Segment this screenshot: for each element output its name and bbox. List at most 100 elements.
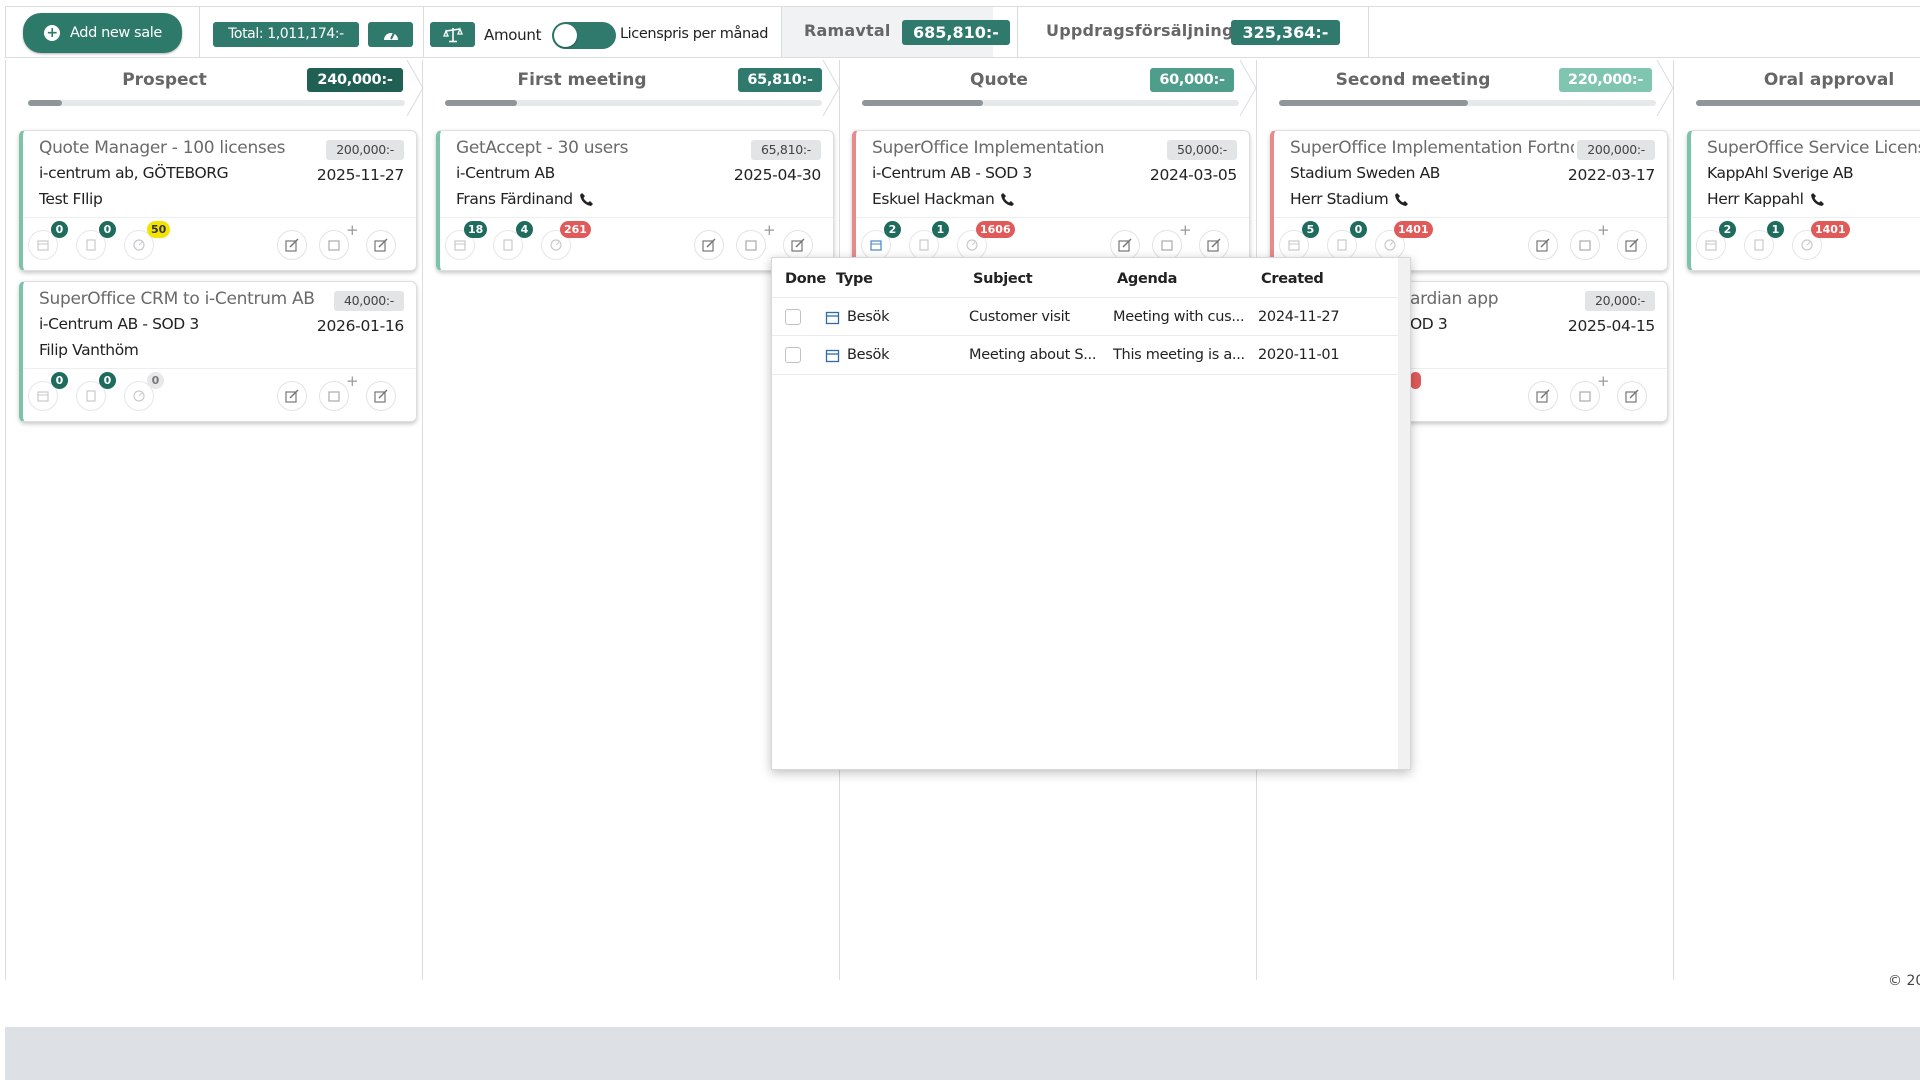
deal-card[interactable]: SuperOffice Implementation Fortnox 200,0… (1270, 130, 1668, 271)
add-activity-button[interactable] (319, 230, 349, 260)
edit-deal-button[interactable] (1617, 230, 1647, 260)
add-activity-button[interactable] (1570, 381, 1600, 411)
document-icon (919, 239, 929, 251)
dashboard-button[interactable] (368, 22, 413, 47)
edit-icon (1118, 238, 1132, 252)
deal-person-name: Filip Vanthöm (39, 341, 139, 359)
column-chevron-icon (822, 60, 840, 116)
edit-external-button[interactable] (1110, 230, 1140, 260)
clock-icon (133, 239, 145, 251)
table-row[interactable]: Besök Meeting about S... This meeting is… (772, 336, 1400, 375)
plus-icon: + (346, 372, 359, 390)
amount-label: Amount (484, 26, 542, 44)
column-header-done[interactable]: Done (785, 271, 826, 287)
edit-external-button[interactable] (1528, 230, 1558, 260)
deal-company: i-Centrum AB (456, 164, 555, 182)
edit-deal-button[interactable] (1199, 230, 1229, 260)
amount-license-toggle[interactable] (552, 22, 616, 49)
card-divider (1274, 217, 1667, 218)
activity-count-badge: 261 (560, 221, 591, 238)
add-activity-button[interactable] (319, 381, 349, 411)
column-header[interactable]: Second meeting 220,000:- (1257, 60, 1673, 120)
column-header-created[interactable]: Created (1261, 271, 1324, 287)
column-chevron-icon (1656, 60, 1674, 116)
deal-person-name: Test FIlip (39, 190, 103, 208)
plus-icon: + (346, 221, 359, 239)
column-header[interactable]: First meeting 65,810:- (423, 60, 839, 120)
edit-icon (1625, 238, 1639, 252)
column-header-type[interactable]: Type (836, 271, 873, 287)
appointments-popup: Done Type Subject Agenda Created Besök C… (771, 257, 1411, 770)
edit-icon (702, 238, 716, 252)
deal-company: i-Centrum AB - SOD 3 (872, 164, 1032, 182)
deal-card[interactable]: SuperOffice Service License KappAhl Sver… (1687, 130, 1920, 271)
deal-title: ardian app (1410, 289, 1499, 309)
add-new-sale-button[interactable]: + Add new sale (23, 13, 182, 53)
app-root: + Add new sale Total: 1,011,174:- Amount… (0, 0, 1920, 1080)
tab-ramavtal[interactable]: Ramavtal 685,810:- (782, 7, 1010, 57)
deal-title: SuperOffice Implementation Fortnox (1290, 138, 1574, 158)
calendar-icon (825, 349, 840, 363)
deal-card[interactable]: GetAccept - 30 users 65,810:- i-Centrum … (436, 130, 834, 271)
column-header[interactable]: Quote 60,000:- (840, 60, 1256, 120)
deal-date: 2025-04-15 (1567, 317, 1655, 335)
clock-icon (550, 239, 562, 251)
column-title: Second meeting (1335, 70, 1491, 90)
column-progress-bar (1696, 100, 1920, 106)
document-icon (503, 239, 513, 251)
calendar-add-icon (1579, 240, 1591, 251)
column-title: Prospect (122, 70, 207, 90)
add-activity-button[interactable] (1152, 230, 1182, 260)
phone-icon (1395, 192, 1409, 206)
documents-count-badge: 1 (932, 221, 949, 238)
row-subject: Meeting about S... (969, 347, 1097, 363)
column-progress-bar (28, 100, 405, 106)
add-activity-button[interactable] (1570, 230, 1600, 260)
column-title: First meeting (517, 70, 647, 90)
deal-card[interactable]: SuperOffice Implementation 50,000:- i-Ce… (852, 130, 1250, 271)
edit-external-button[interactable] (1528, 381, 1558, 411)
deal-person-name: Frans Färdinand (456, 190, 573, 208)
column-header-subject[interactable]: Subject (973, 271, 1033, 287)
appointments-count-badge: 2 (1719, 221, 1736, 238)
edit-deal-button[interactable] (366, 230, 396, 260)
edit-external-button[interactable] (277, 230, 307, 260)
edit-deal-button[interactable] (366, 381, 396, 411)
appointments-count-badge: 2 (884, 221, 901, 238)
edit-external-button[interactable] (694, 230, 724, 260)
deal-person: Frans Färdinand (456, 190, 594, 208)
popup-scrollbar[interactable] (1398, 258, 1410, 769)
deal-card[interactable]: SuperOffice CRM to i-Centrum AB 40,000:-… (19, 281, 417, 422)
balance-button[interactable] (430, 22, 475, 47)
table-row[interactable]: Besök Customer visit Meeting with cus...… (772, 297, 1400, 336)
column-amount-badge: 60,000:- (1150, 68, 1234, 92)
column-header[interactable]: Oral approval (1674, 60, 1920, 120)
done-checkbox[interactable] (785, 347, 801, 363)
documents-count-badge: 0 (99, 372, 116, 389)
calendar-add-icon (1161, 240, 1173, 251)
deal-card[interactable]: Quote Manager - 100 licenses 200,000:- i… (19, 130, 417, 271)
edit-deal-button[interactable] (783, 230, 813, 260)
calendar-icon (37, 240, 49, 251)
done-checkbox[interactable] (785, 309, 801, 325)
deal-company: i-Centrum AB - SOD 3 (39, 315, 199, 333)
activity-count-badge: 1401 (1811, 221, 1850, 238)
tab-uppdragsforsaljning-label: Uppdragsförsäljning (1046, 21, 1234, 40)
card-divider (23, 217, 416, 218)
edit-icon (285, 238, 299, 252)
deal-company: Stadium Sweden AB (1290, 164, 1441, 182)
deal-person: Herr Kappahl (1707, 190, 1825, 208)
deal-company: OD 3 (1410, 315, 1448, 333)
column-header-agenda[interactable]: Agenda (1117, 271, 1177, 287)
edit-deal-button[interactable] (1617, 381, 1647, 411)
column-progress-bar (862, 100, 1239, 106)
tab-uppdragsforsaljning[interactable]: Uppdragsförsäljning 325,364:- (1018, 7, 1368, 57)
deal-date: 2024-03-05 (1149, 166, 1237, 184)
deal-amount: 200,000:- (1577, 140, 1655, 160)
column-header[interactable]: Prospect 240,000:- (6, 60, 422, 120)
add-activity-button[interactable] (736, 230, 766, 260)
edit-external-button[interactable] (277, 381, 307, 411)
row-created: 2020-11-01 (1258, 347, 1340, 363)
deal-date: 2025-04-30 (733, 166, 821, 184)
deal-amount: 50,000:- (1166, 140, 1237, 160)
